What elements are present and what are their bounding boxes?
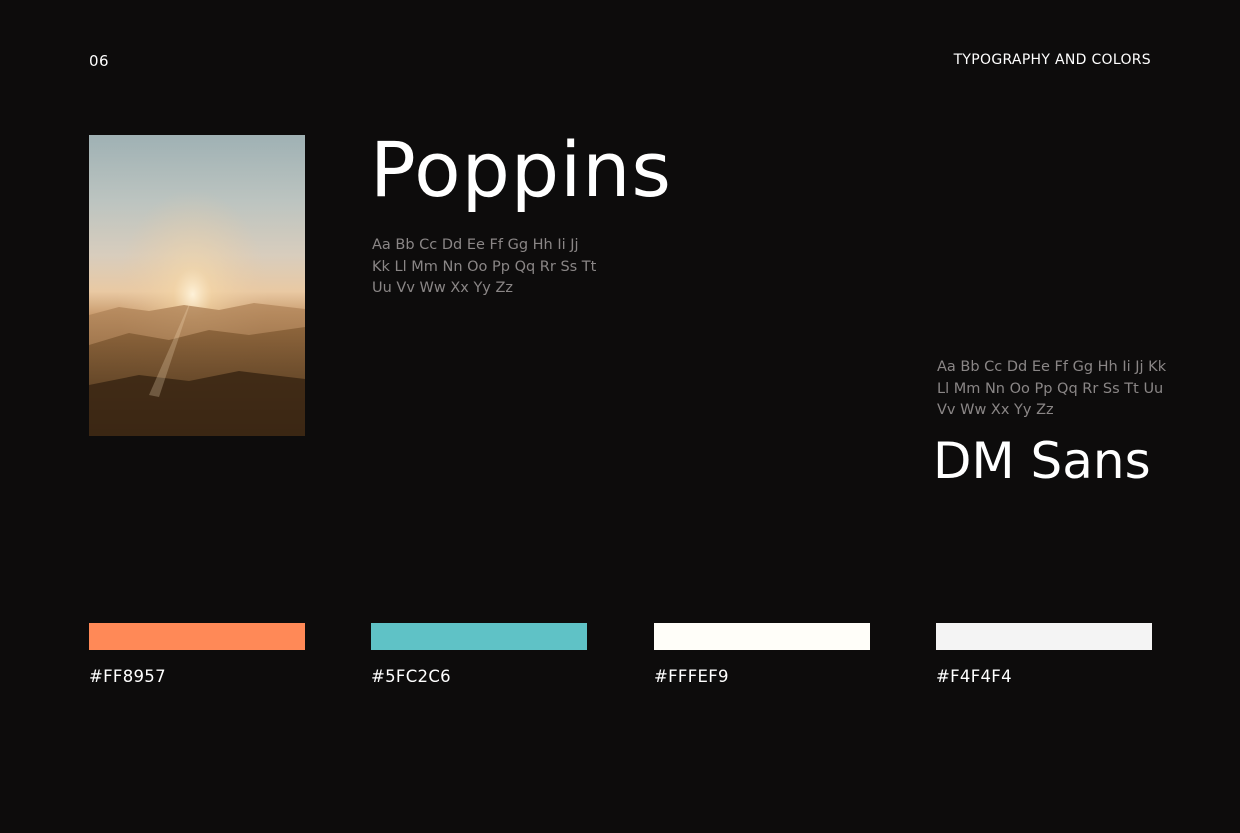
secondary-font-glyphs: Aa Bb Cc Dd Ee Ff Gg Hh Ii Jj Kk Ll Mm N… bbox=[937, 357, 1177, 422]
glyph-line: Kk Ll Mm Nn Oo Pp Qq Rr Ss Tt bbox=[372, 258, 597, 275]
color-hex-label-2: #5FC2C6 bbox=[371, 667, 451, 686]
glyph-line: Aa Bb Cc Dd Ee Ff Gg Hh Ii Jj Kk bbox=[937, 359, 1167, 375]
glyph-line: Uu Vv Ww Xx Yy Zz bbox=[372, 280, 514, 296]
color-swatch-2 bbox=[371, 623, 587, 650]
color-hex-label-1: #FF8957 bbox=[89, 667, 166, 686]
secondary-font-name: DM Sans bbox=[933, 432, 1151, 490]
color-hex-label-3: #FFFEF9 bbox=[654, 667, 729, 686]
primary-font-name: Poppins bbox=[370, 125, 672, 214]
primary-font-glyphs: Aa Bb Cc Dd Ee Ff Gg Hh Ii Jj Kk Ll Mm N… bbox=[372, 235, 622, 300]
page-number: 06 bbox=[89, 52, 110, 70]
section-title: TYPOGRAPHY AND COLORS bbox=[953, 52, 1151, 68]
glyph-line: Vv Ww Xx Yy Zz bbox=[937, 402, 1054, 418]
color-swatch-1 bbox=[89, 623, 305, 650]
color-hex-label-4: #F4F4F4 bbox=[936, 667, 1012, 686]
sunset-photo bbox=[89, 135, 305, 436]
glyph-line: Ll Mm Nn Oo Pp Qq Rr Ss Tt Uu bbox=[937, 380, 1164, 397]
color-swatch-4 bbox=[936, 623, 1152, 650]
color-swatch-3 bbox=[654, 623, 870, 650]
sunset-landscape-image bbox=[89, 135, 305, 436]
glyph-line: Aa Bb Cc Dd Ee Ff Gg Hh Ii Jj bbox=[372, 237, 579, 253]
